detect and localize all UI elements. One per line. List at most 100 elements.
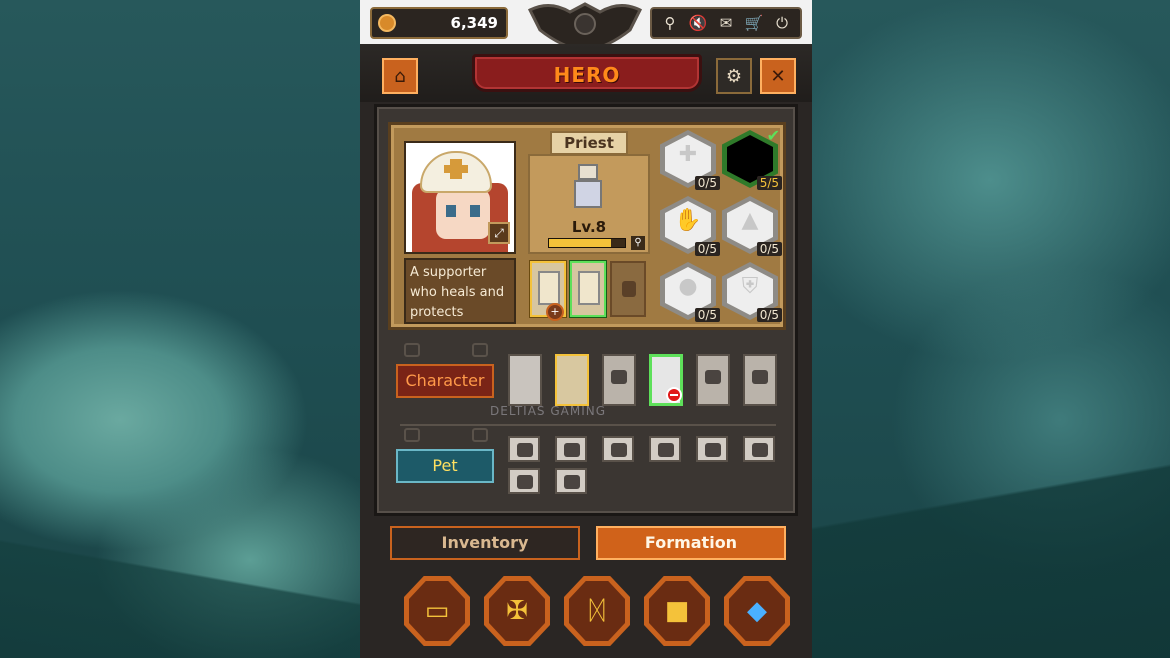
- lock-icon: [752, 370, 768, 384]
- equipment-slot[interactable]: 5/5 ✔: [722, 126, 782, 190]
- skin-slot[interactable]: +: [530, 261, 566, 321]
- pet-slot-locked[interactable]: [508, 436, 540, 462]
- xp-bar: [548, 238, 626, 248]
- gear-icon[interactable]: ⚙: [716, 58, 752, 94]
- pet-slot-locked[interactable]: [649, 436, 681, 462]
- tab-bar: Inventory Formation: [374, 518, 798, 568]
- xp-info-icon[interactable]: ⚲: [630, 235, 646, 251]
- equipment-slot[interactable]: ● 0/5: [660, 262, 720, 322]
- title-plate: HERO: [472, 54, 702, 92]
- game-screen: 6,349 ⚲ 🔇 ✉ 🛒 ⏻ ⌂ HERO ⚙ ✕ ⤢ A supporter…: [0, 0, 1170, 658]
- lock-icon: [622, 281, 636, 297]
- header: ⌂ HERO ⚙ ✕: [360, 44, 812, 102]
- roster-divider: [400, 424, 776, 426]
- hero-portrait: ⤢: [404, 141, 516, 254]
- watermark: DELTIAS GAMING: [490, 404, 607, 418]
- lock-icon: [564, 475, 580, 489]
- chain-ornament-icon: [472, 428, 488, 442]
- skin-sprite: [538, 271, 560, 305]
- hero-level: Lv.8: [571, 218, 607, 236]
- character-slot-locked-2[interactable]: [696, 354, 730, 406]
- mail-icon[interactable]: ✉: [715, 14, 737, 32]
- crystal-glyph: ◆: [729, 581, 785, 641]
- equipment-count: 0/5: [694, 242, 720, 256]
- character-slot-locked-1[interactable]: [602, 354, 636, 406]
- skin-slot-locked[interactable]: [610, 261, 646, 317]
- skin-sprite: [578, 271, 600, 305]
- background-trees: [810, 398, 1170, 658]
- lock-icon: [517, 443, 533, 457]
- sprite-body: [574, 180, 602, 208]
- chain-ornament-icon: [404, 343, 420, 357]
- expand-icon[interactable]: ⤢: [488, 222, 510, 244]
- shop-cart-icon[interactable]: 🛒: [743, 14, 765, 32]
- exit-door-icon[interactable]: ⌂: [382, 58, 418, 94]
- equipment-count: 0/5: [694, 308, 720, 322]
- pet-slot-locked[interactable]: [602, 436, 634, 462]
- equipment-count: 0/5: [694, 176, 720, 190]
- pet-slot-locked[interactable]: [508, 468, 540, 494]
- pet-slot-locked[interactable]: [743, 436, 775, 462]
- pet-slot-locked[interactable]: [555, 436, 587, 462]
- pet-tab-button[interactable]: Pet: [396, 449, 494, 483]
- pin-icon[interactable]: ⚲: [659, 14, 681, 32]
- currency-display: 6,349: [370, 7, 508, 39]
- equipment-slot[interactable]: ✋ 0/5: [660, 196, 720, 256]
- box-icon[interactable]: ■: [644, 576, 710, 646]
- cross-shield-icon: ✚: [678, 142, 698, 167]
- skin-slot-selected[interactable]: [570, 261, 606, 317]
- character-slot-knight[interactable]: [508, 354, 542, 406]
- pet-slot-locked[interactable]: [555, 468, 587, 494]
- add-skin-icon[interactable]: +: [546, 303, 564, 321]
- lock-icon: [611, 443, 627, 457]
- character-slot-locked-3[interactable]: [743, 354, 777, 406]
- sound-muted-icon[interactable]: 🔇: [687, 14, 709, 32]
- lock-icon: [611, 370, 627, 384]
- lock-icon: [658, 443, 674, 457]
- pet-slot-locked[interactable]: [696, 436, 728, 462]
- system-icons: ⚲ 🔇 ✉ 🛒 ⏻: [650, 7, 802, 39]
- cross-icon[interactable]: ✠: [484, 576, 550, 646]
- flame-icon: ▲: [741, 208, 759, 233]
- equipment-slot[interactable]: ✚ 0/5: [660, 130, 720, 190]
- bottom-nav: ▭ ✠ ᛞ ■ ◆: [374, 568, 798, 658]
- equipment-slot[interactable]: ⛨ 0/5: [722, 262, 782, 322]
- lock-icon: [517, 475, 533, 489]
- portrait-eye: [470, 205, 480, 217]
- tab-formation[interactable]: Formation: [596, 526, 786, 560]
- equipment-slot[interactable]: ▲ 0/5: [722, 196, 782, 256]
- hero-description: A supporter who heals and protects: [404, 258, 516, 324]
- page-title: HERO: [553, 63, 621, 87]
- top-bar: 6,349 ⚲ 🔇 ✉ 🛒 ⏻: [360, 0, 812, 54]
- equipment-count: 0/5: [756, 308, 782, 322]
- tab-inventory[interactable]: Inventory: [390, 526, 580, 560]
- equipment-count: 0/5: [756, 242, 782, 256]
- portrait-eye: [446, 205, 456, 217]
- character-tab-button[interactable]: Character: [396, 364, 494, 398]
- crystal-icon[interactable]: ◆: [724, 576, 790, 646]
- lock-icon: [752, 443, 768, 457]
- hero-sprite: [570, 164, 606, 212]
- chain-ornament-icon: [472, 343, 488, 357]
- portrait-face: [436, 189, 490, 239]
- character-slot-hero-blonde[interactable]: [555, 354, 589, 406]
- bomb-icon: ●: [678, 274, 698, 299]
- coin-amount: 6,349: [450, 14, 498, 32]
- cross-glyph: ✠: [489, 581, 545, 641]
- armor-icon: ⛨: [741, 274, 759, 299]
- chest-glyph: ▭: [409, 581, 465, 641]
- remove-icon[interactable]: [666, 387, 682, 403]
- character-slot-priest[interactable]: [649, 354, 683, 406]
- hero-class-name: Priest: [550, 131, 628, 155]
- equipment-count: 5/5: [756, 176, 782, 190]
- close-icon[interactable]: ✕: [760, 58, 796, 94]
- rune-icon[interactable]: ᛞ: [564, 576, 630, 646]
- xp-bar-fill: [549, 239, 612, 247]
- chest-icon[interactable]: ▭: [404, 576, 470, 646]
- box-glyph: ■: [649, 581, 705, 641]
- power-icon[interactable]: ⏻: [771, 14, 793, 32]
- lock-icon: [705, 370, 721, 384]
- lock-icon: [564, 443, 580, 457]
- lock-icon: [705, 443, 721, 457]
- chain-ornament-icon: [404, 428, 420, 442]
